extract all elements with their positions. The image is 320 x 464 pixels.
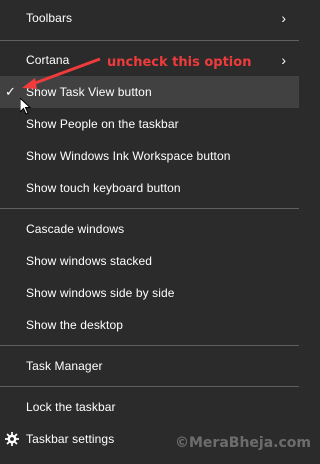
mouse-cursor-icon <box>20 98 32 115</box>
annotation-text: uncheck this option <box>107 55 252 70</box>
watermark: ©MeraBheja.com <box>175 435 311 451</box>
